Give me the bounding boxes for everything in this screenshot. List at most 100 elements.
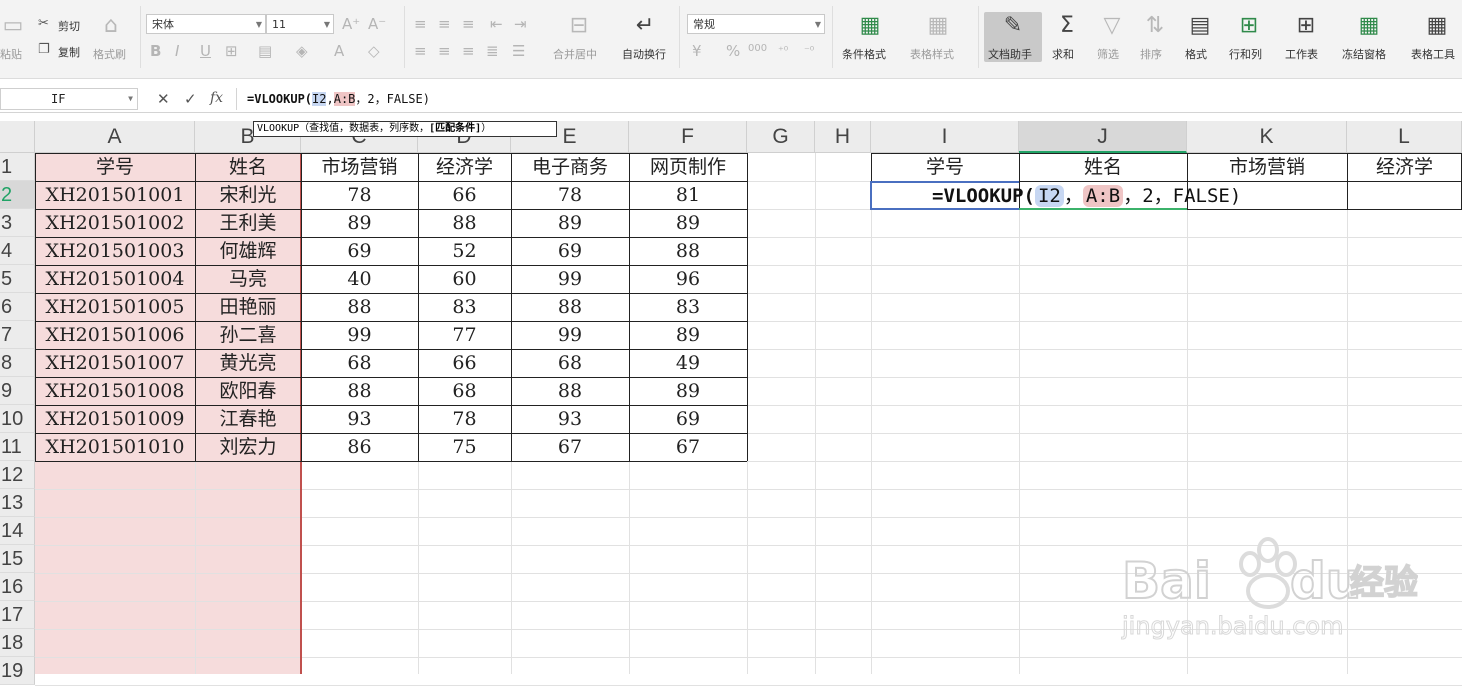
row-header-10[interactable]: 10 bbox=[0, 405, 35, 433]
cut-button[interactable]: 剪切 bbox=[58, 18, 80, 34]
table-cell[interactable]: XH201501007 bbox=[35, 349, 195, 377]
table-cell[interactable]: 68 bbox=[418, 377, 511, 405]
formula-input[interactable]: =VLOOKUP(I2,A:B，2，FALSE) bbox=[236, 88, 1462, 110]
table-tools-icon[interactable]: ▦ bbox=[1424, 14, 1450, 38]
table-cell[interactable]: 88 bbox=[629, 237, 747, 265]
lookup-header-cell[interactable]: 学号 bbox=[871, 153, 1019, 181]
copy-button[interactable]: 复制 bbox=[58, 44, 80, 60]
table-cell[interactable]: 何雄辉 bbox=[195, 237, 301, 265]
worksheet-icon[interactable]: ⊞ bbox=[1293, 14, 1319, 38]
table-cell[interactable]: 69 bbox=[511, 237, 629, 265]
italic-button[interactable]: I bbox=[175, 42, 179, 60]
row-header-2[interactable]: 2 bbox=[0, 181, 35, 209]
table-cell[interactable]: 68 bbox=[511, 349, 629, 377]
row-header-16[interactable]: 16 bbox=[0, 573, 35, 601]
row-header-13[interactable]: 13 bbox=[0, 489, 35, 517]
table-cell[interactable]: XH201501004 bbox=[35, 265, 195, 293]
table-cell[interactable]: 66 bbox=[418, 349, 511, 377]
table-cell[interactable]: 马亮 bbox=[195, 265, 301, 293]
decrease-font-icon[interactable]: A⁻ bbox=[368, 15, 386, 33]
wrap-text-button[interactable]: 自动换行 bbox=[622, 46, 666, 62]
table-cell[interactable]: 52 bbox=[418, 237, 511, 265]
table-cell[interactable]: 93 bbox=[511, 405, 629, 433]
align-top-icon[interactable]: ≡ bbox=[414, 15, 427, 33]
align-bottom-icon[interactable]: ≡ bbox=[462, 15, 475, 33]
indent-increase-icon[interactable]: ⇥ bbox=[514, 15, 527, 33]
align-middle-icon[interactable]: ≡ bbox=[438, 15, 451, 33]
borders-icon[interactable]: ⊞ bbox=[225, 42, 238, 60]
table-cell[interactable]: XH201501009 bbox=[35, 405, 195, 433]
table-cell[interactable]: 81 bbox=[629, 181, 747, 209]
format-painter-icon[interactable]: ⌂ bbox=[98, 14, 124, 38]
table-cell[interactable]: XH201501003 bbox=[35, 237, 195, 265]
table-cell[interactable]: 89 bbox=[301, 209, 418, 237]
font-name-select[interactable]: 宋体 ▼ bbox=[146, 14, 266, 34]
table-cell[interactable]: 83 bbox=[629, 293, 747, 321]
header-cell[interactable]: 经济学 bbox=[418, 153, 511, 181]
column-header-i[interactable]: I bbox=[871, 121, 1019, 153]
row-header-9[interactable]: 9 bbox=[0, 377, 35, 405]
bold-button[interactable]: B bbox=[150, 42, 161, 60]
table-cell[interactable]: 93 bbox=[301, 405, 418, 433]
column-header-f[interactable]: F bbox=[629, 121, 747, 153]
row-header-18[interactable]: 18 bbox=[0, 629, 35, 657]
align-left-icon[interactable]: ≡ bbox=[414, 42, 427, 60]
justify-icon[interactable]: ≣ bbox=[486, 42, 499, 60]
table-cell[interactable]: 99 bbox=[511, 321, 629, 349]
header-cell[interactable]: 姓名 bbox=[195, 153, 301, 181]
thousands-button[interactable]: 000 bbox=[748, 40, 767, 58]
row-header-12[interactable]: 12 bbox=[0, 461, 35, 489]
number-format-select[interactable]: 常规 ▼ bbox=[687, 14, 825, 34]
rows-cols-button[interactable]: 行和列 bbox=[1229, 46, 1262, 62]
table-cell[interactable]: 96 bbox=[629, 265, 747, 293]
table-cell[interactable]: 99 bbox=[301, 321, 418, 349]
fill-color-icon[interactable]: ◈ bbox=[296, 42, 308, 60]
table-cell[interactable]: 77 bbox=[418, 321, 511, 349]
lookup-header-cell[interactable]: 市场营销 bbox=[1187, 153, 1347, 181]
table-cell[interactable]: 78 bbox=[511, 181, 629, 209]
align-center-icon[interactable]: ≡ bbox=[438, 42, 451, 60]
table-cell[interactable]: 欧阳春 bbox=[195, 377, 301, 405]
table-cell[interactable]: 69 bbox=[301, 237, 418, 265]
row-header-5[interactable]: 5 bbox=[0, 265, 35, 293]
table-cell[interactable]: 40 bbox=[301, 265, 418, 293]
table-cell[interactable]: 83 bbox=[418, 293, 511, 321]
table-cell[interactable]: 刘宏力 bbox=[195, 433, 301, 461]
table-cell[interactable]: XH201501001 bbox=[35, 181, 195, 209]
table-cell[interactable]: 王利美 bbox=[195, 209, 301, 237]
underline-button[interactable]: U bbox=[200, 42, 211, 60]
name-box[interactable]: IF ▼ bbox=[0, 88, 138, 110]
table-cell[interactable]: 67 bbox=[511, 433, 629, 461]
table-cell[interactable]: 99 bbox=[511, 265, 629, 293]
paste-label[interactable]: 粘贴 bbox=[0, 46, 22, 62]
table-style-button[interactable]: 表格样式 bbox=[910, 46, 954, 62]
header-cell[interactable]: 市场营销 bbox=[301, 153, 418, 181]
confirm-icon[interactable]: ✓ bbox=[184, 90, 197, 108]
freeze-panes-icon[interactable]: ▦ bbox=[1356, 14, 1382, 38]
distribute-icon[interactable]: ☰ bbox=[512, 42, 525, 60]
table-cell[interactable]: 49 bbox=[629, 349, 747, 377]
currency-icon[interactable]: ¥ bbox=[692, 42, 702, 60]
conditional-format-button[interactable]: 条件格式 bbox=[842, 46, 886, 62]
table-style-icon[interactable]: ▦ bbox=[925, 14, 951, 38]
table-cell[interactable]: 88 bbox=[511, 377, 629, 405]
table-cell[interactable]: 78 bbox=[301, 181, 418, 209]
table-cell[interactable]: 67 bbox=[629, 433, 747, 461]
sort-button[interactable]: 排序 bbox=[1140, 46, 1162, 62]
table-cell[interactable]: 田艳丽 bbox=[195, 293, 301, 321]
column-header-a[interactable]: A bbox=[35, 121, 195, 153]
lookup-header-cell[interactable]: 姓名 bbox=[1019, 153, 1187, 181]
format-button[interactable]: 格式 bbox=[1185, 46, 1207, 62]
paste-icon[interactable]: ▭ bbox=[0, 14, 26, 38]
font-size-select[interactable]: 11 ▼ bbox=[266, 14, 334, 34]
row-header-17[interactable]: 17 bbox=[0, 601, 35, 629]
table-cell[interactable]: 89 bbox=[629, 209, 747, 237]
table-cell[interactable]: 88 bbox=[418, 209, 511, 237]
decrease-decimal-icon[interactable]: ⁻⁰ bbox=[804, 42, 814, 60]
row-header-15[interactable]: 15 bbox=[0, 545, 35, 573]
table-cell[interactable]: 66 bbox=[418, 181, 511, 209]
table-cell[interactable]: 78 bbox=[418, 405, 511, 433]
column-header-l[interactable]: L bbox=[1347, 121, 1462, 153]
table-cell[interactable]: 68 bbox=[301, 349, 418, 377]
font-color-button[interactable]: A bbox=[334, 42, 344, 60]
